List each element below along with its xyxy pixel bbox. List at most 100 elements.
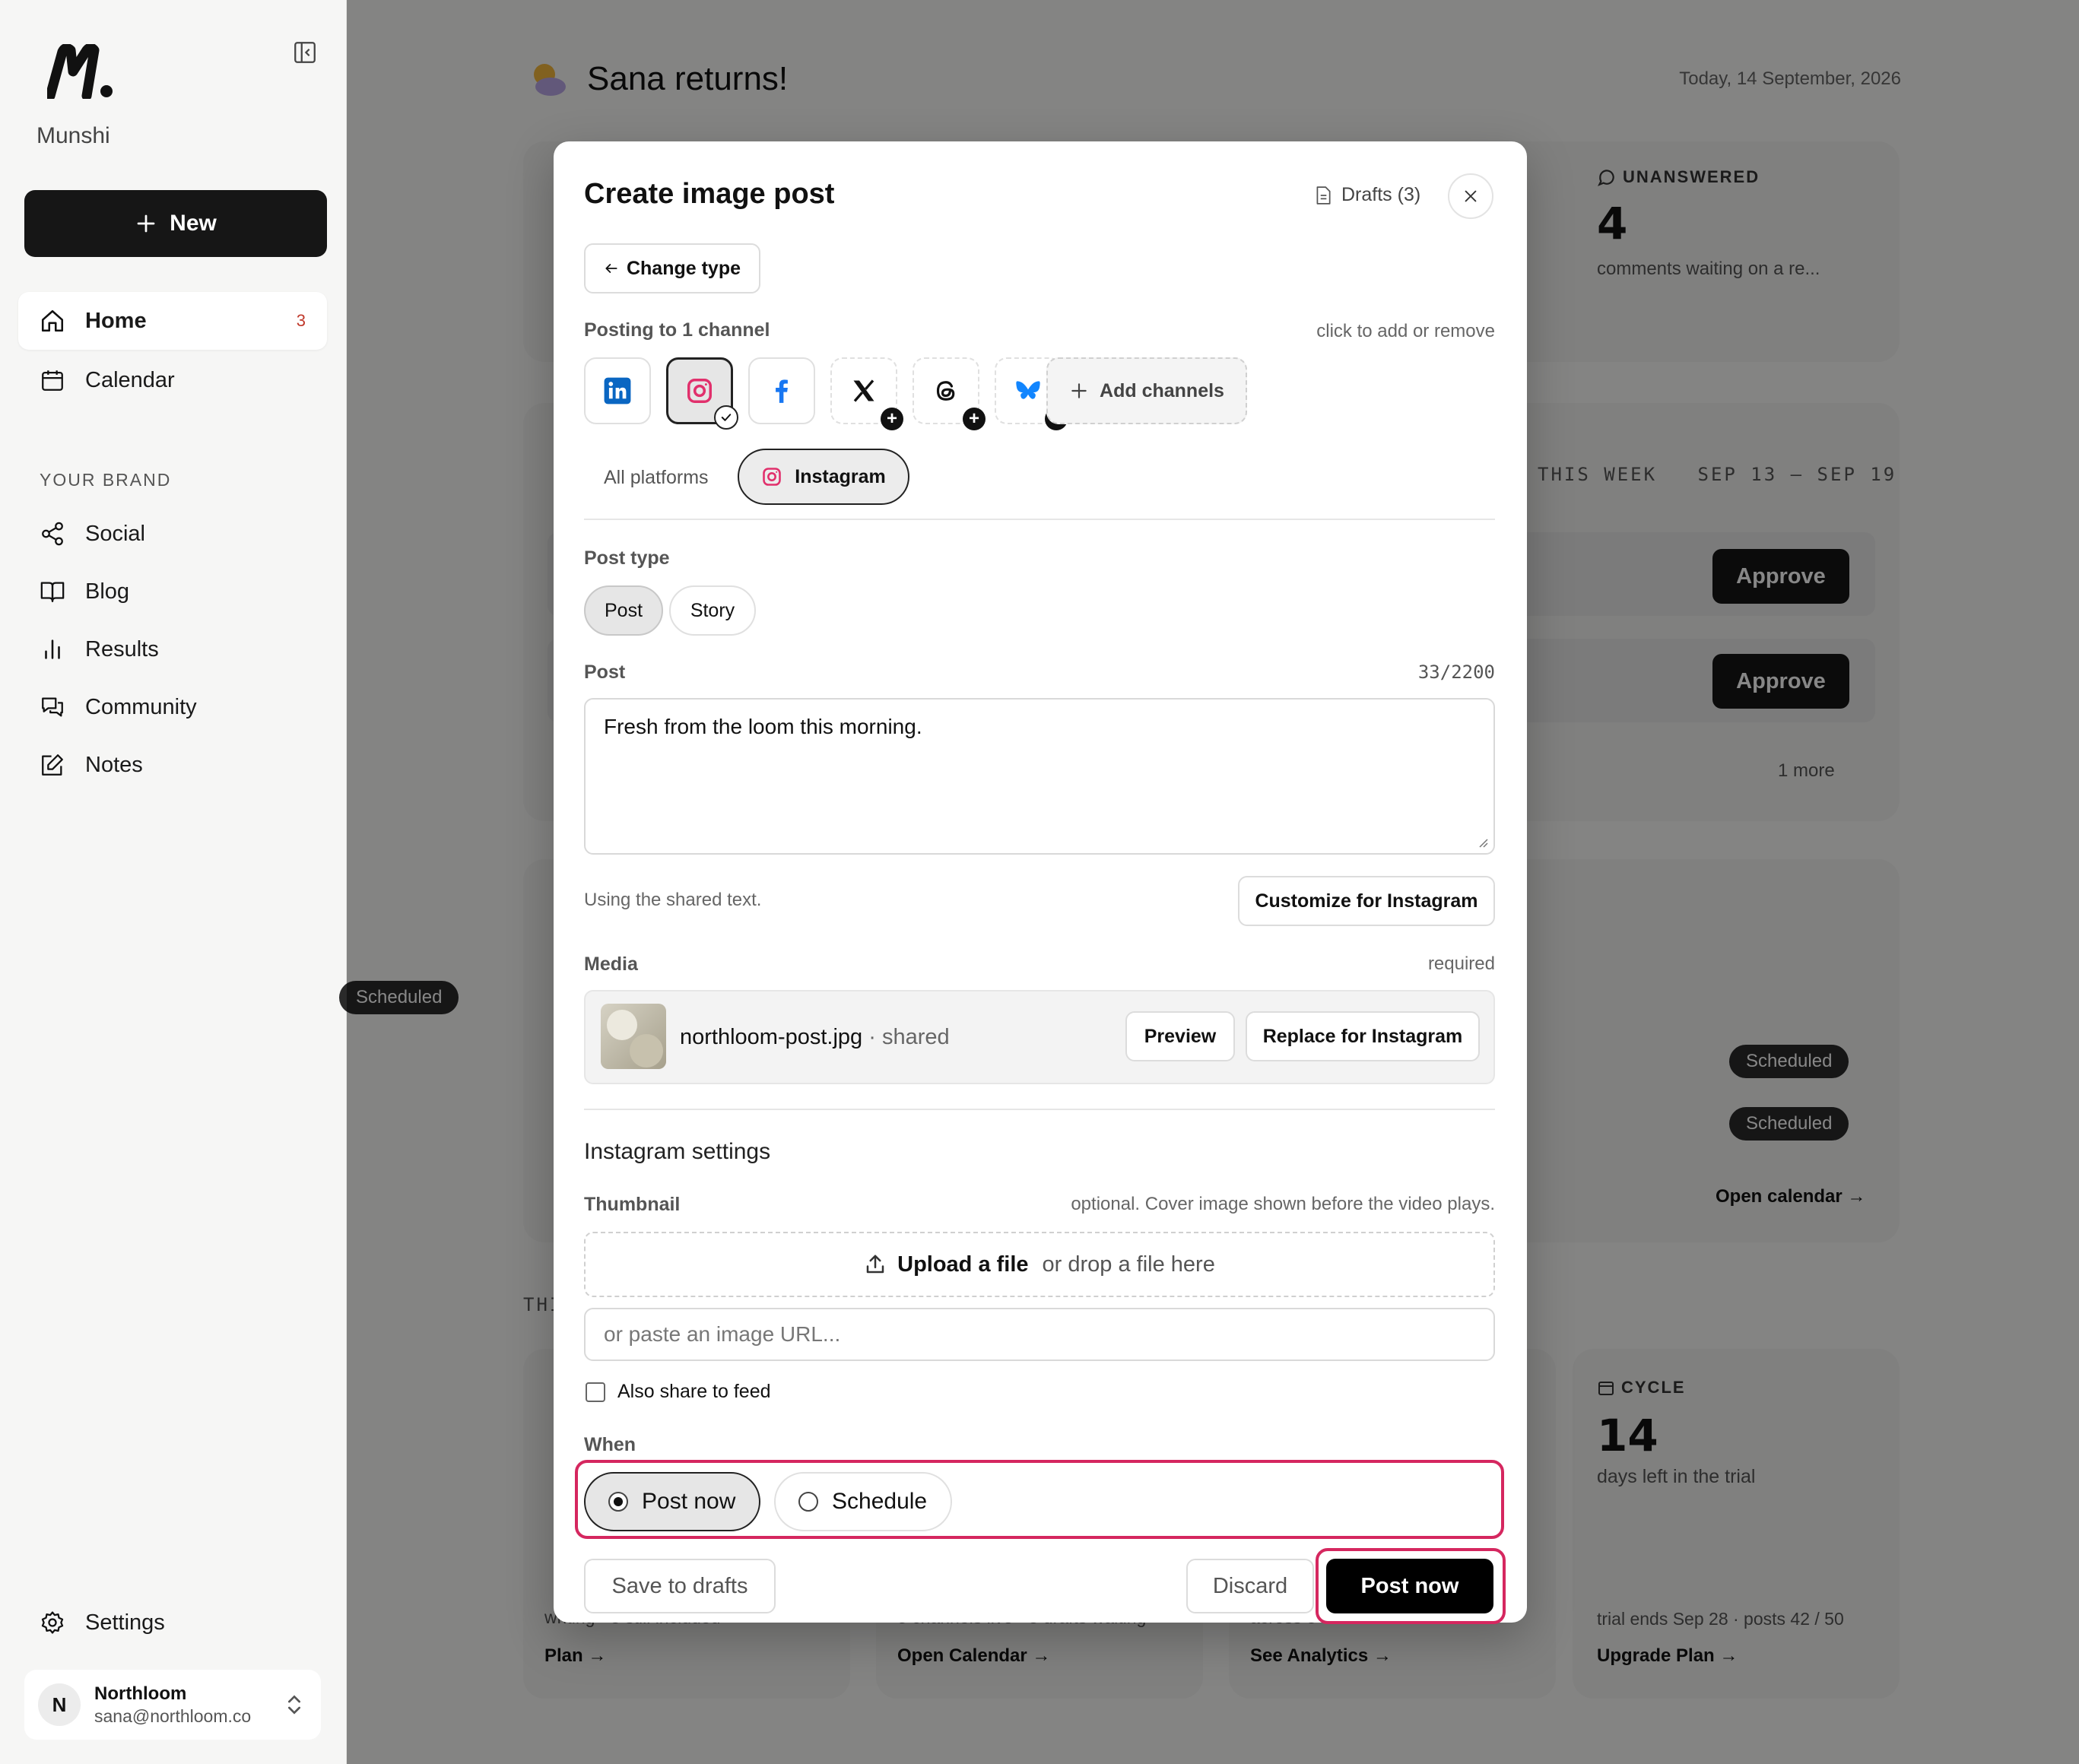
sidebar-item-label: Results — [85, 636, 159, 662]
add-channels-label: Add channels — [1100, 379, 1224, 401]
chevron-up-down-icon — [288, 1695, 300, 1715]
facebook-icon — [776, 379, 788, 403]
close-icon — [1465, 190, 1477, 202]
sidebar: Munshi New Home 3 Calendar YOUR BRAND So… — [0, 0, 347, 1764]
sidebar-item-results[interactable]: Results — [18, 620, 327, 678]
posting-label: Posting to 1 channel — [584, 319, 770, 341]
post-text: Fresh from the loom this morning. — [604, 715, 922, 738]
new-button[interactable]: New — [24, 190, 327, 257]
app-logo — [47, 44, 113, 99]
replace-button[interactable]: Replace for Instagram — [1246, 1011, 1480, 1061]
divider — [584, 1109, 1495, 1110]
dialog-title: Create image post — [584, 178, 835, 210]
post-type-post[interactable]: Post — [584, 585, 663, 636]
share-feed-option[interactable]: Also share to feed — [586, 1381, 771, 1403]
highlight-when-options — [575, 1460, 1504, 1539]
divider — [584, 519, 1495, 520]
sidebar-item-community[interactable]: Community — [18, 678, 327, 736]
channel-threads[interactable]: + — [913, 357, 986, 430]
app-name: Munshi — [37, 123, 110, 148]
file-shared-tag: · shared — [862, 1025, 950, 1049]
section-label: YOUR BRAND — [40, 470, 172, 490]
upload-icon — [866, 1255, 884, 1274]
add-icon: + — [881, 408, 903, 430]
document-icon — [1316, 186, 1331, 205]
linkedin-icon — [604, 377, 631, 405]
when-label: When — [584, 1434, 636, 1455]
posting-hint: click to add or remove — [1316, 321, 1495, 341]
shared-text-hint: Using the shared text. — [584, 890, 762, 910]
post-type-story[interactable]: Story — [669, 585, 756, 636]
avatar: N — [38, 1683, 81, 1726]
account-name: Northloom — [94, 1683, 187, 1704]
customize-button[interactable]: Customize for Instagram — [1238, 876, 1495, 926]
preview-button[interactable]: Preview — [1125, 1011, 1235, 1061]
channel-facebook[interactable] — [748, 357, 815, 424]
arrow-left-icon — [605, 264, 617, 273]
sidebar-item-label: Social — [85, 521, 145, 546]
channel-instagram[interactable] — [666, 357, 738, 430]
add-channels-button[interactable]: Add channels — [1046, 357, 1247, 424]
add-icon: + — [963, 408, 986, 430]
x-icon — [853, 379, 874, 402]
resize-handle-icon[interactable] — [1477, 836, 1489, 849]
edit-icon — [42, 754, 63, 776]
post-type-label: Post type — [584, 547, 670, 569]
upload-hint: or drop a file here — [1042, 1252, 1215, 1277]
account-email: sana@northloom.co — [94, 1705, 252, 1726]
tab-all-platforms[interactable]: All platforms — [604, 467, 709, 489]
share-feed-checkbox[interactable] — [586, 1382, 605, 1402]
upload-dropzone[interactable]: Upload a file or drop a file here — [584, 1232, 1495, 1297]
instagram-icon — [763, 468, 782, 486]
tab-label: Instagram — [795, 465, 886, 487]
sidebar-item-blog[interactable]: Blog — [18, 563, 327, 620]
bar-chart-icon — [45, 639, 60, 659]
book-icon — [40, 582, 65, 602]
instagram-icon — [687, 379, 712, 403]
sidebar-item-label: Calendar — [85, 367, 175, 392]
threads-icon — [936, 381, 955, 401]
file-name: northloom-post.jpg — [680, 1025, 863, 1049]
channel-x[interactable]: + — [830, 357, 903, 430]
calendar-icon — [42, 370, 63, 391]
share-icon — [42, 522, 63, 546]
chat-icon — [42, 697, 63, 717]
create-post-dialog: Create image post Drafts (3) Change type… — [554, 141, 1527, 1623]
sidebar-item-home[interactable]: Home 3 — [18, 292, 327, 350]
gear-icon — [41, 1611, 64, 1634]
post-textarea[interactable]: Fresh from the loom this morning. — [584, 698, 1495, 855]
selected-check-icon — [714, 405, 738, 430]
image-url-input[interactable] — [584, 1308, 1495, 1361]
share-feed-label: Also share to feed — [617, 1381, 771, 1402]
channel-linkedin[interactable] — [584, 357, 651, 424]
sidebar-item-notes[interactable]: Notes — [18, 736, 327, 794]
close-button[interactable] — [1448, 173, 1493, 219]
media-thumbnail — [601, 1004, 666, 1069]
new-button-label: New — [170, 211, 217, 236]
change-type-button[interactable]: Change type — [584, 243, 760, 293]
post-label: Post — [584, 662, 626, 683]
home-icon — [41, 309, 64, 332]
sidebar-item-social[interactable]: Social — [18, 505, 327, 563]
sidebar-item-calendar[interactable]: Calendar — [18, 351, 327, 409]
save-drafts-button[interactable]: Save to drafts — [584, 1559, 776, 1613]
change-type-label: Change type — [626, 257, 741, 279]
upload-link[interactable]: Upload a file — [897, 1252, 1028, 1277]
drafts-button[interactable]: Drafts (3) — [1314, 184, 1420, 206]
character-count: 33/2200 — [1417, 662, 1495, 683]
sidebar-item-label: Blog — [85, 579, 130, 604]
collapse-sidebar-icon[interactable] — [292, 40, 318, 65]
media-item: northloom-post.jpg · shared Preview Repl… — [584, 990, 1495, 1084]
sidebar-item-settings[interactable]: Settings — [18, 1594, 327, 1651]
highlight-post-now — [1316, 1548, 1506, 1624]
account-switcher[interactable]: N Northloom sana@northloom.co — [24, 1670, 321, 1740]
sidebar-item-label: Settings — [85, 1610, 165, 1635]
thumbnail-hint: optional. Cover image shown before the v… — [1071, 1194, 1495, 1214]
media-required: required — [1427, 953, 1495, 974]
thumbnail-label: Thumbnail — [584, 1194, 681, 1215]
bluesky-icon — [1016, 381, 1040, 399]
drafts-label: Drafts (3) — [1341, 184, 1421, 205]
tab-instagram[interactable]: Instagram — [738, 449, 909, 505]
discard-button[interactable]: Discard — [1186, 1559, 1314, 1613]
sidebar-item-label: Community — [85, 694, 197, 719]
